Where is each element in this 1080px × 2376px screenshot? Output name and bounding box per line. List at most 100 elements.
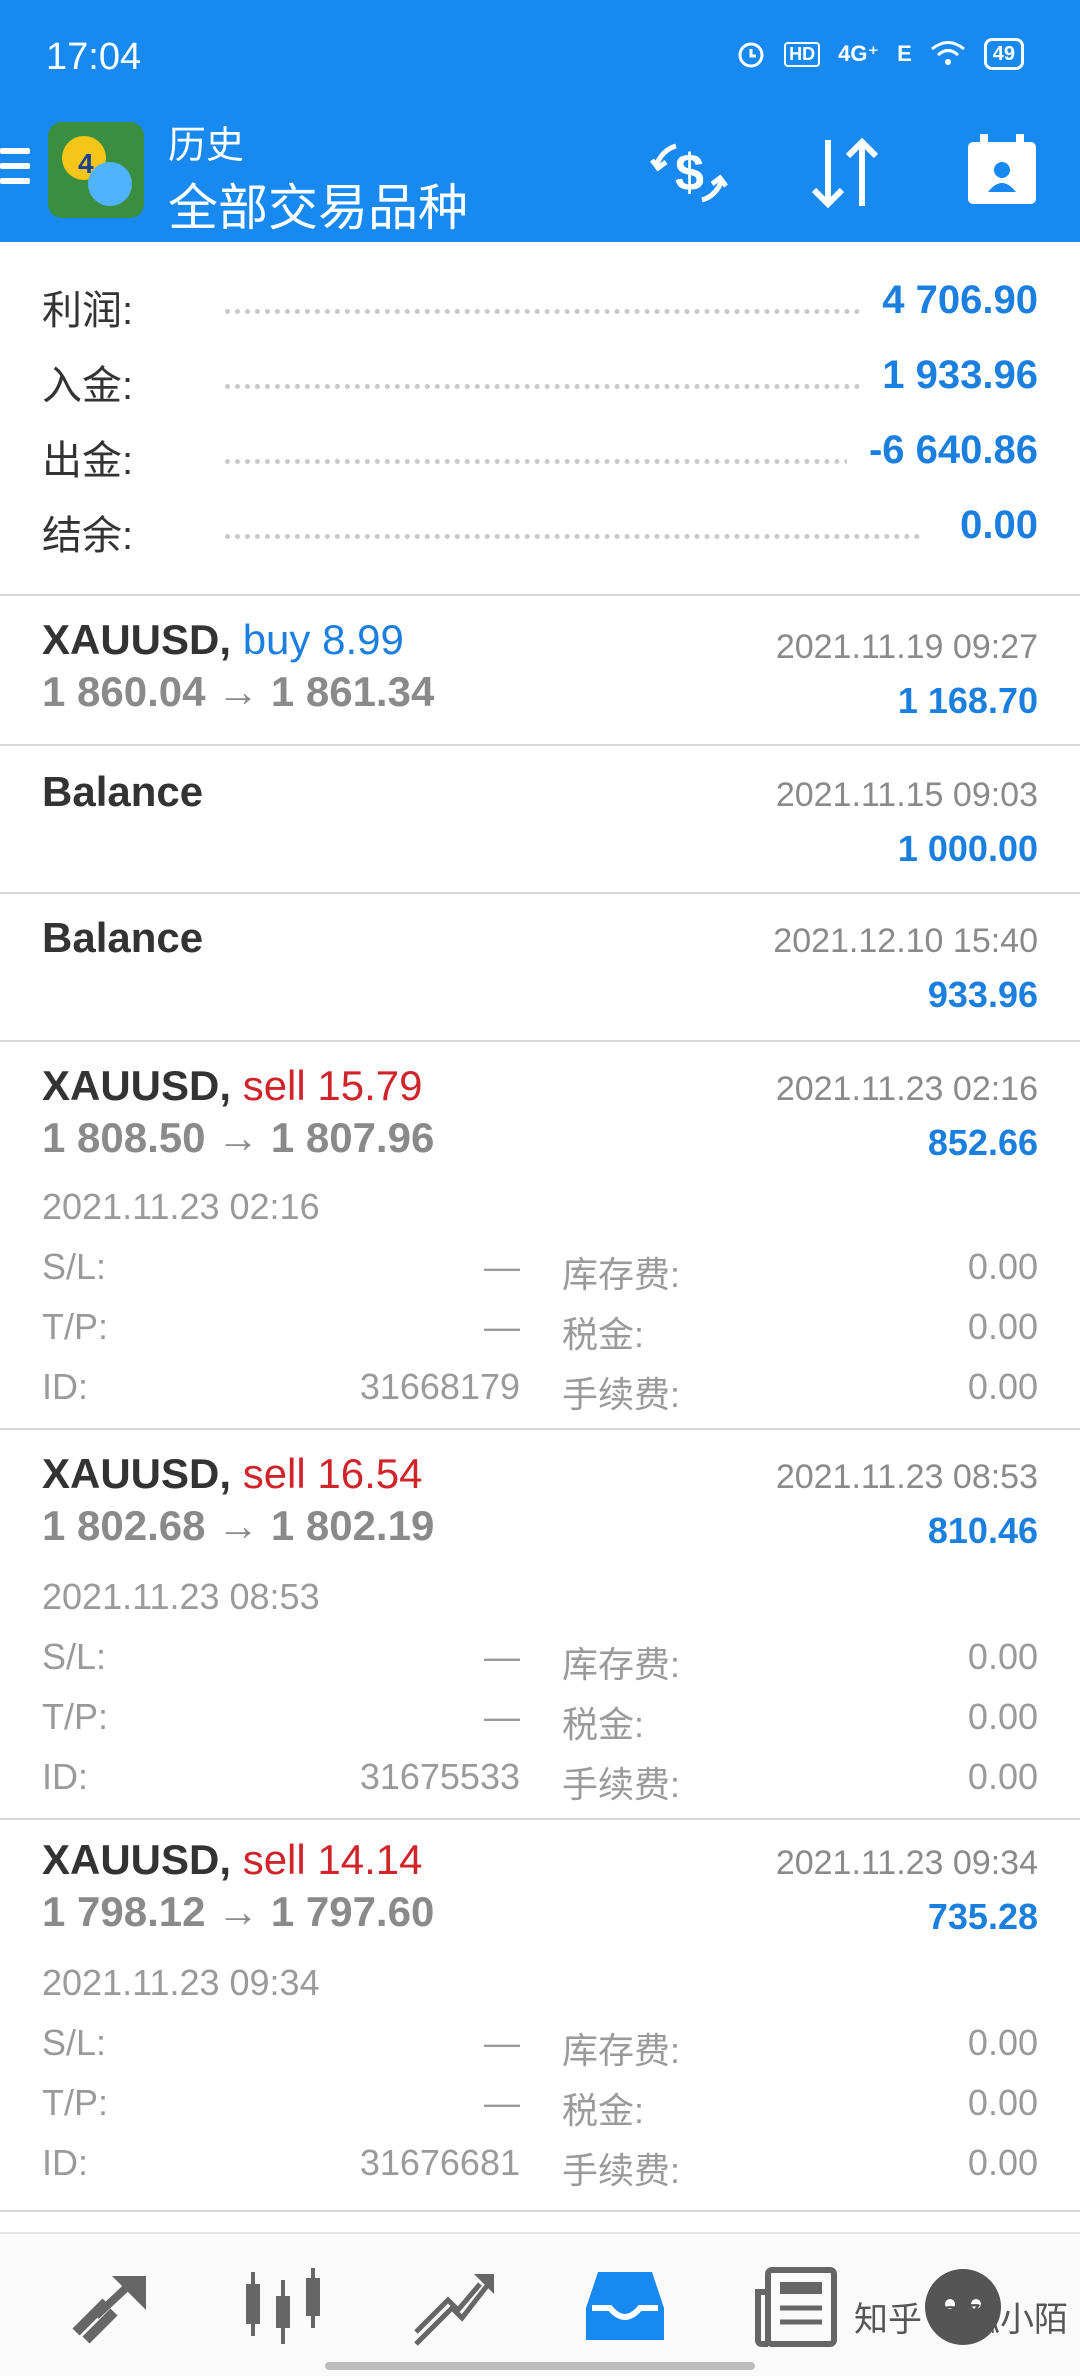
summary-value: 1 933.96	[860, 353, 1038, 398]
deal-prices: 1 802.68 → 1 802.19	[42, 1502, 435, 1549]
tax-value: 0.00	[967, 1696, 1038, 1737]
swap-value: 0.00	[967, 1636, 1038, 1677]
swap-label: 库存费:	[562, 1254, 681, 1295]
deal-row-expanded[interactable]: XAUUSD, sell 16.54 1 802.68 → 1 802.19 2…	[0, 1430, 1080, 1818]
deal-date: 2021.11.15 09:03	[775, 776, 1038, 814]
tp-value: —	[484, 2082, 520, 2123]
deal-profit: 735.28	[927, 1896, 1038, 1937]
deal-symbol: Balance	[42, 914, 204, 961]
sl-label: S/L:	[42, 2022, 107, 2063]
summary-section: 利润: 4 706.90 入金: 1 933.96 出金: -6 640.86 …	[0, 268, 1080, 568]
deal-symbol: Balance	[42, 768, 204, 815]
id-label: ID:	[42, 1366, 89, 1407]
fee-label: 手续费:	[562, 1374, 681, 1415]
tp-label: T/P:	[42, 2082, 109, 2123]
history-icon[interactable]	[580, 2262, 670, 2352]
deal-profit: 810.46	[927, 1510, 1038, 1551]
deal-prices: 1 798.12 → 1 797.60	[42, 1888, 435, 1935]
home-indicator[interactable]	[325, 2362, 755, 2370]
dotted-leader	[225, 384, 920, 389]
id-value: 31676681	[359, 2142, 520, 2183]
deal-symbol: XAUUSD, sell 16.54	[42, 1450, 423, 1497]
watermark: 知乎 @孤小陌	[854, 2301, 1068, 2339]
summary-value: 4 706.90	[860, 278, 1038, 323]
summary-label: 利润:	[42, 289, 134, 333]
currency-swap-icon[interactable]: $	[648, 132, 730, 214]
swap-value: 0.00	[967, 1246, 1038, 1287]
tp-value: —	[484, 1696, 520, 1737]
deal-symbol: XAUUSD, sell 15.79	[42, 1062, 423, 1109]
deal-prices: 1 860.04 → 1 861.34	[42, 668, 435, 715]
deal-row-expanded[interactable]: XAUUSD, sell 15.79 1 808.50 → 1 807.96 2…	[0, 1042, 1080, 1428]
app-header: 17:04 HD 4G⁺ E 49 4 历史 全部交易品种 $	[0, 0, 1080, 242]
summary-row-deposit: 入金: 1 933.96	[0, 343, 1080, 418]
tp-label: T/P:	[42, 1306, 109, 1347]
sl-label: S/L:	[42, 1636, 107, 1677]
summary-value: 0.00	[938, 503, 1038, 548]
sl-value: —	[484, 1636, 520, 1677]
sl-value: —	[484, 1246, 520, 1287]
deal-date: 2021.11.23 08:53	[775, 1458, 1038, 1496]
fee-value: 0.00	[967, 1366, 1038, 1407]
balance-row[interactable]: Balance 2021.11.15 09:03 1 000.00	[0, 746, 1080, 892]
deal-date: 2021.11.23 02:16	[775, 1070, 1038, 1108]
signal-e-icon: E	[897, 41, 912, 66]
swap-label: 库存费:	[562, 1644, 681, 1685]
summary-value: -6 640.86	[846, 428, 1038, 473]
tax-label: 税金:	[562, 2090, 645, 2131]
deal-row[interactable]: XAUUSD, buy 8.99 1 860.04 → 1 861.34 202…	[0, 596, 1080, 744]
balance-row[interactable]: Balance 2021.12.10 15:40 933.96	[0, 894, 1080, 1040]
deal-profit: 1 000.00	[897, 828, 1038, 869]
id-label: ID:	[42, 2142, 89, 2183]
chart-icon[interactable]	[238, 2262, 328, 2352]
deal-type: buy 8.99	[242, 616, 404, 663]
fee-value: 0.00	[967, 1756, 1038, 1797]
deal-type: sell 16.54	[242, 1450, 423, 1497]
summary-label: 结余:	[42, 514, 134, 558]
deal-date: 2021.11.19 09:27	[775, 628, 1038, 666]
tp-value: —	[484, 1306, 520, 1347]
deal-profit: 852.66	[927, 1122, 1038, 1163]
deal-open-time: 2021.11.23 02:16	[42, 1186, 320, 1227]
hd-icon: HD	[784, 41, 821, 67]
tp-label: T/P:	[42, 1696, 109, 1737]
deal-date: 2021.11.23 09:34	[775, 1844, 1038, 1882]
app-logo: 4	[48, 122, 144, 218]
status-icons: HD 4G⁺ E 49	[736, 38, 1024, 70]
deal-open-time: 2021.11.23 08:53	[42, 1576, 320, 1617]
deal-profit: 933.96	[927, 974, 1038, 1015]
dotted-leader	[225, 534, 920, 539]
deal-type: sell 15.79	[242, 1062, 423, 1109]
id-value: 31675533	[359, 1756, 520, 1797]
deal-open-time: 2021.11.23 09:34	[42, 1962, 320, 2003]
deal-symbol: XAUUSD, buy 8.99	[42, 616, 404, 663]
sort-icon[interactable]	[804, 132, 886, 214]
wifi-icon	[930, 41, 965, 65]
sl-value: —	[484, 2022, 520, 2063]
fee-value: 0.00	[967, 2142, 1038, 2183]
swap-label: 库存费:	[562, 2030, 681, 2071]
svg-text:$: $	[675, 144, 704, 202]
summary-row-withdrawal: 出金: -6 640.86	[0, 418, 1080, 493]
fee-label: 手续费:	[562, 2150, 681, 2191]
header-title[interactable]: 全部交易品种	[168, 168, 468, 240]
swap-value: 0.00	[967, 2022, 1038, 2063]
dotted-leader	[225, 309, 920, 314]
news-icon[interactable]	[752, 2262, 842, 2352]
summary-row-profit: 利润: 4 706.90	[0, 268, 1080, 343]
id-value: 31668179	[359, 1366, 520, 1407]
menu-icon[interactable]	[0, 148, 30, 194]
deal-date: 2021.12.10 15:40	[773, 922, 1038, 960]
summary-label: 入金:	[42, 364, 134, 408]
summary-row-balance: 结余: 0.00	[0, 493, 1080, 568]
summary-label: 出金:	[42, 439, 134, 483]
battery-indicator: 49	[983, 38, 1024, 70]
sl-label: S/L:	[42, 1246, 107, 1287]
trade-icon[interactable]	[408, 2262, 498, 2352]
calendar-icon[interactable]	[964, 132, 1040, 208]
quotes-icon[interactable]	[66, 2262, 156, 2352]
signal-4g-icon: 4G⁺	[838, 41, 880, 66]
deal-type: sell 14.14	[242, 1836, 423, 1883]
deal-row-expanded[interactable]: XAUUSD, sell 14.14 1 798.12 → 1 797.60 2…	[0, 1820, 1080, 2210]
deal-prices: 1 808.50 → 1 807.96	[42, 1114, 435, 1161]
